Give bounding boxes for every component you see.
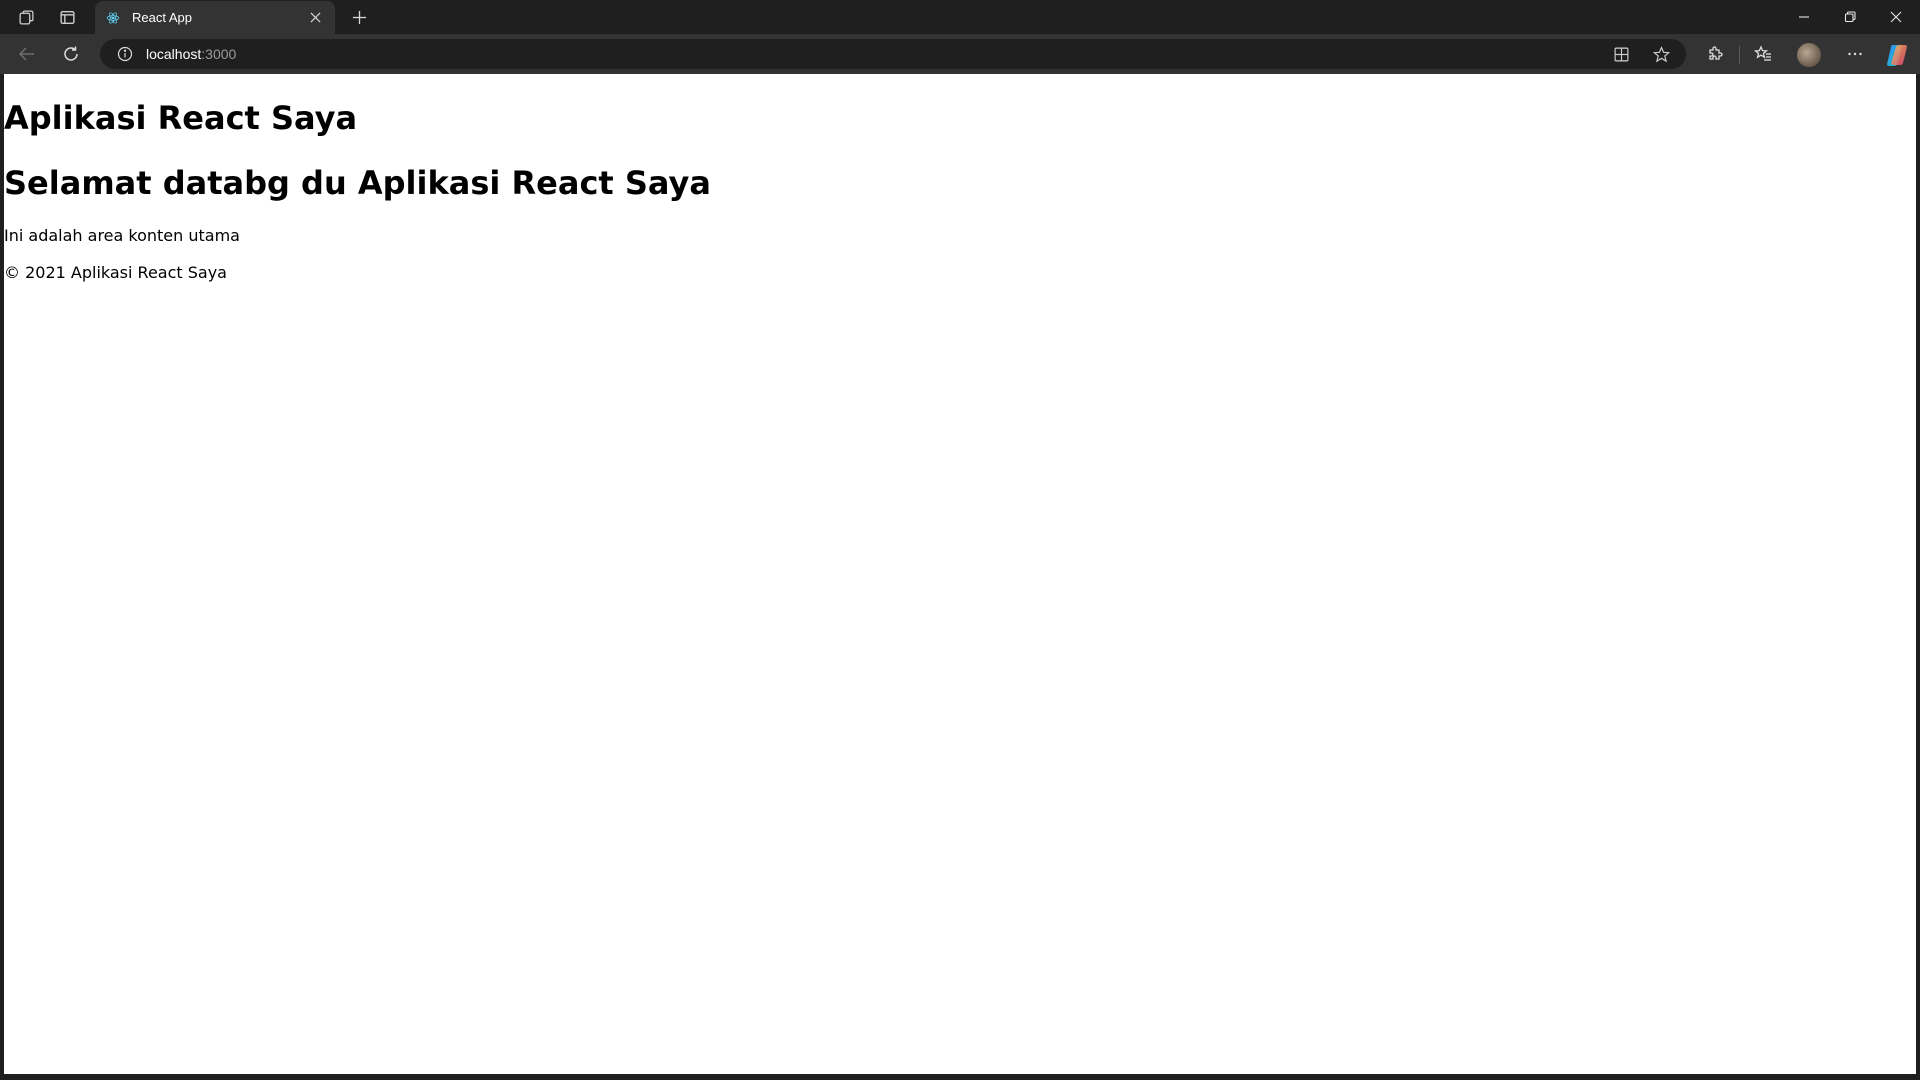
more-button[interactable] (1839, 38, 1871, 70)
app-available-icon[interactable] (1606, 39, 1636, 69)
react-logo-icon (105, 10, 121, 26)
address-bar[interactable]: localhost:3000 (100, 39, 1686, 69)
back-arrow-icon (18, 47, 34, 61)
close-icon (1890, 11, 1902, 23)
restore-button[interactable] (1827, 0, 1873, 34)
tab-title: React App (132, 10, 192, 25)
welcome-heading: Selamat databg du Aplikasi React Saya (4, 164, 711, 202)
more-icon (1848, 52, 1862, 56)
url-port: :3000 (201, 46, 237, 62)
url-text[interactable]: localhost:3000 (146, 46, 236, 62)
workspaces-icon[interactable] (11, 2, 41, 32)
avatar[interactable] (1797, 43, 1821, 67)
refresh-icon (64, 46, 78, 61)
minimize-icon (1799, 16, 1809, 18)
restore-icon (1844, 11, 1856, 23)
title-bar: React App (0, 0, 1920, 34)
url-host: localhost (146, 46, 202, 62)
footer-text: © 2021 Aplikasi React Saya (4, 263, 227, 282)
back-button[interactable] (11, 38, 43, 70)
favorites-icon (1754, 45, 1771, 61)
refresh-button[interactable] (55, 38, 87, 70)
app-title: Aplikasi React Saya (4, 99, 358, 137)
tab-actions-icon[interactable] (52, 2, 82, 32)
plus-icon (352, 10, 366, 24)
extensions-button[interactable] (1699, 38, 1731, 70)
puzzle-icon (1709, 46, 1723, 60)
minimize-button[interactable] (1781, 0, 1827, 34)
window-bottom-edge (0, 1074, 1920, 1080)
toolbar: localhost:3000 (0, 34, 1920, 74)
star-icon[interactable] (1646, 39, 1676, 69)
main-content-text: Ini adalah area konten utama (4, 226, 240, 245)
close-window-button[interactable] (1873, 0, 1919, 34)
new-tab-button[interactable] (344, 2, 374, 32)
favorites-button[interactable] (1747, 38, 1779, 70)
copilot-icon[interactable] (1885, 42, 1911, 68)
tab-react-app[interactable]: React App (95, 1, 335, 34)
page-viewport: Aplikasi React Saya Selamat databg du Ap… (4, 74, 1916, 1074)
info-icon[interactable] (110, 39, 140, 69)
tab-close-icon[interactable] (305, 8, 325, 28)
toolbar-divider (1739, 46, 1740, 64)
